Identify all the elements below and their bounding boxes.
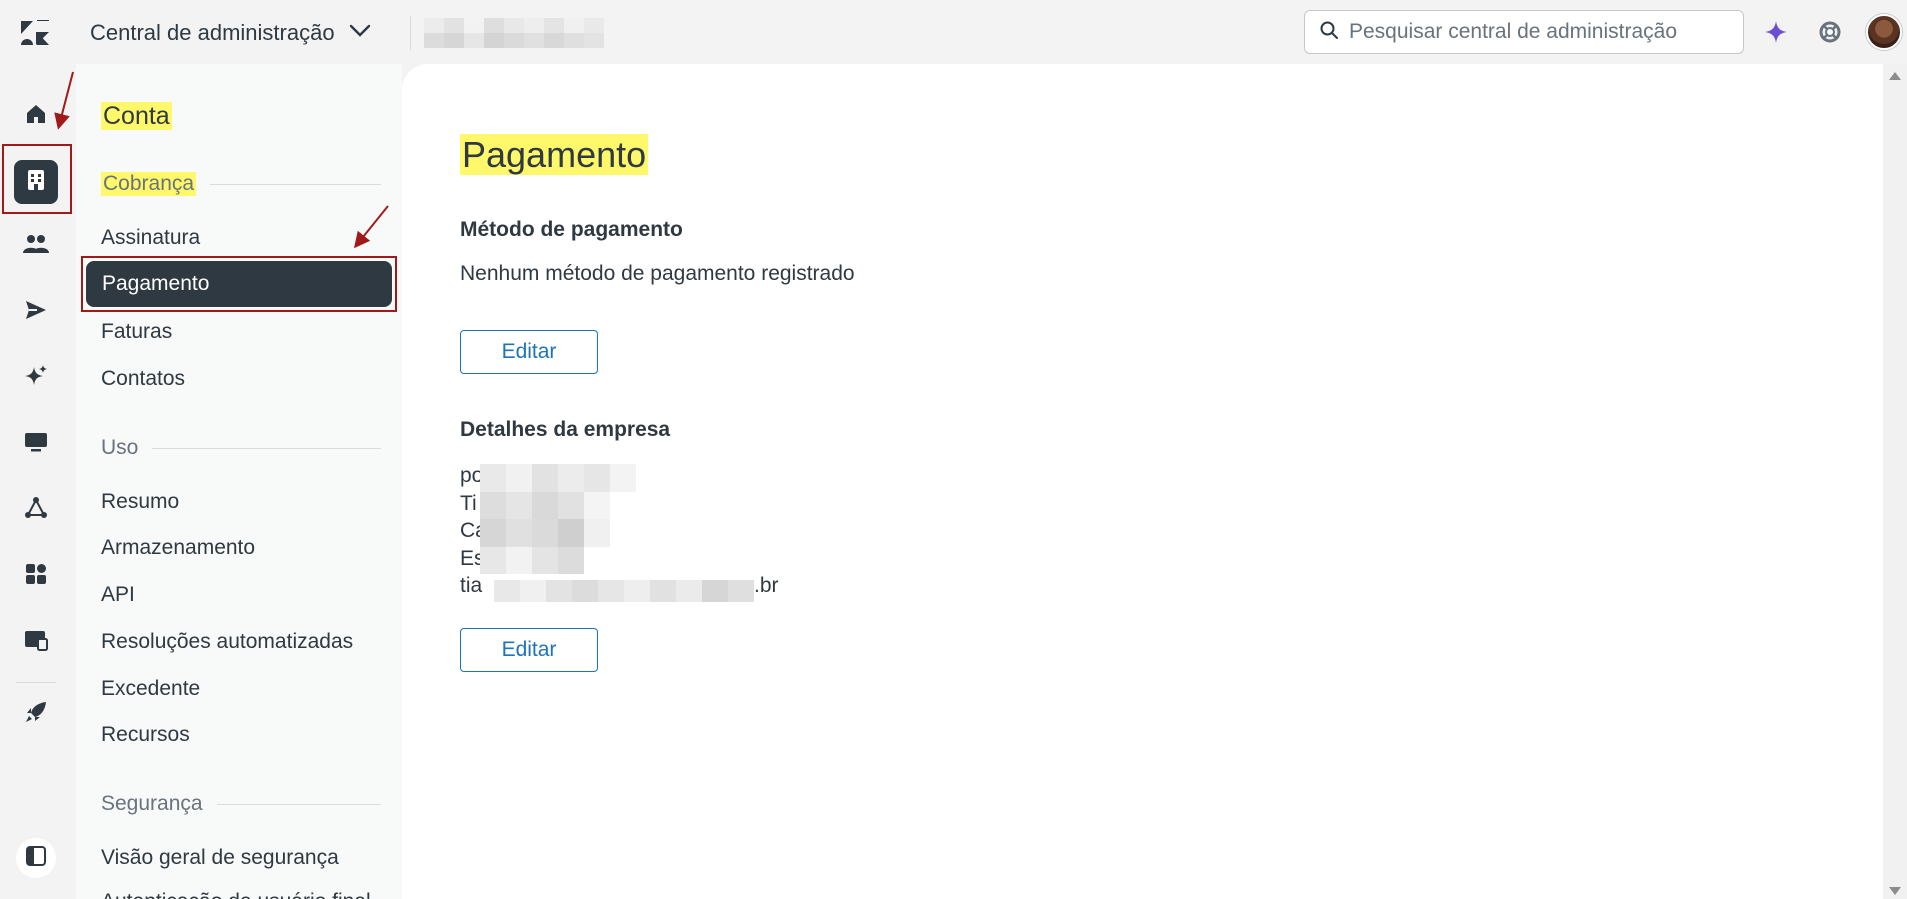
nav-item-invoices[interactable]: Faturas	[101, 320, 172, 344]
nav-item-security-overview[interactable]: Visão geral de segurança	[101, 846, 339, 870]
chevron-down-icon	[349, 24, 371, 43]
top-bar: Central de administração	[0, 0, 1907, 64]
nav-item-contacts[interactable]: Contatos	[101, 367, 185, 391]
chat-icon	[24, 431, 48, 458]
rail-divider	[16, 682, 56, 683]
payment-method-heading: Método de pagamento	[460, 218, 683, 241]
rail-workspaces[interactable]	[16, 424, 56, 464]
rail-getting-started[interactable]	[16, 694, 56, 734]
company-details-redacted	[480, 464, 636, 574]
rail-objects[interactable]	[16, 490, 56, 530]
section-title-security: Segurança	[101, 792, 381, 816]
product-title: Central de administração	[90, 20, 335, 45]
rail-ai[interactable]	[16, 358, 56, 398]
search-box[interactable]	[1304, 10, 1744, 54]
lifebuoy-icon[interactable]	[1816, 18, 1844, 46]
edit-company-button[interactable]: Editar	[460, 628, 598, 672]
search-input[interactable]	[1349, 20, 1729, 44]
rail-channels[interactable]	[16, 292, 56, 332]
panel-toggle-icon	[26, 845, 46, 871]
scroll-up-icon[interactable]	[1889, 72, 1901, 80]
scrollbar[interactable]	[1883, 64, 1907, 899]
zendesk-logo-icon[interactable]	[20, 15, 50, 46]
nav-item-resources[interactable]: Recursos	[101, 723, 190, 747]
account-name-redacted	[424, 18, 604, 48]
rail-account[interactable]	[14, 160, 58, 204]
people-icon	[23, 234, 49, 259]
sparkle-icon[interactable]	[1762, 18, 1790, 46]
nav-item-api[interactable]: API	[101, 583, 135, 607]
nav-item-automated-resolutions[interactable]: Resoluções automatizadas	[101, 630, 353, 654]
nav-item-summary[interactable]: Resumo	[101, 490, 179, 514]
scroll-down-icon[interactable]	[1889, 887, 1901, 895]
search-icon	[1319, 20, 1339, 45]
section-title-billing: Cobrança	[101, 172, 381, 196]
page-title: Pagamento	[460, 134, 649, 175]
sparkles-icon	[24, 364, 48, 393]
company-line-2: Ti	[460, 492, 477, 515]
main-content: Pagamento Método de pagamento Nenhum mét…	[402, 64, 1907, 899]
rocket-icon	[25, 701, 47, 728]
rail-apps[interactable]	[16, 556, 56, 596]
home-icon	[25, 103, 47, 130]
nav-heading: Conta	[101, 102, 172, 130]
company-line-email: tia	[460, 574, 483, 597]
product-rail	[0, 64, 72, 899]
nav-item-overage[interactable]: Excedente	[101, 677, 200, 701]
rail-collapse[interactable]	[16, 838, 56, 878]
send-icon	[25, 300, 47, 325]
nav-item-end-user-auth[interactable]: Autenticação de usuário final	[101, 890, 371, 899]
product-switcher[interactable]: Central de administração	[90, 16, 371, 50]
section-title-usage: Uso	[101, 436, 381, 460]
nav-item-storage[interactable]: Armazenamento	[101, 536, 255, 560]
objects-icon	[24, 496, 48, 525]
apps-icon	[25, 563, 47, 590]
nav-item-payment[interactable]: Pagamento	[86, 261, 392, 307]
rail-workspace[interactable]	[16, 622, 56, 662]
company-email-suffix: .br	[754, 574, 779, 597]
nav-item-subscription[interactable]: Assinatura	[101, 226, 200, 250]
company-email-redacted	[494, 580, 754, 602]
payment-method-text: Nenhum método de pagamento registrado	[460, 262, 855, 285]
workspace-icon	[24, 629, 48, 656]
edit-payment-button[interactable]: Editar	[460, 330, 598, 374]
avatar[interactable]	[1866, 14, 1902, 50]
rail-home[interactable]	[16, 96, 56, 136]
header-divider	[410, 16, 411, 50]
building-icon	[26, 169, 46, 196]
rail-people[interactable]	[16, 226, 56, 266]
company-details-heading: Detalhes da empresa	[460, 418, 671, 441]
account-subnav: Conta Cobrança Assinatura Pagamento Fatu…	[76, 64, 402, 899]
